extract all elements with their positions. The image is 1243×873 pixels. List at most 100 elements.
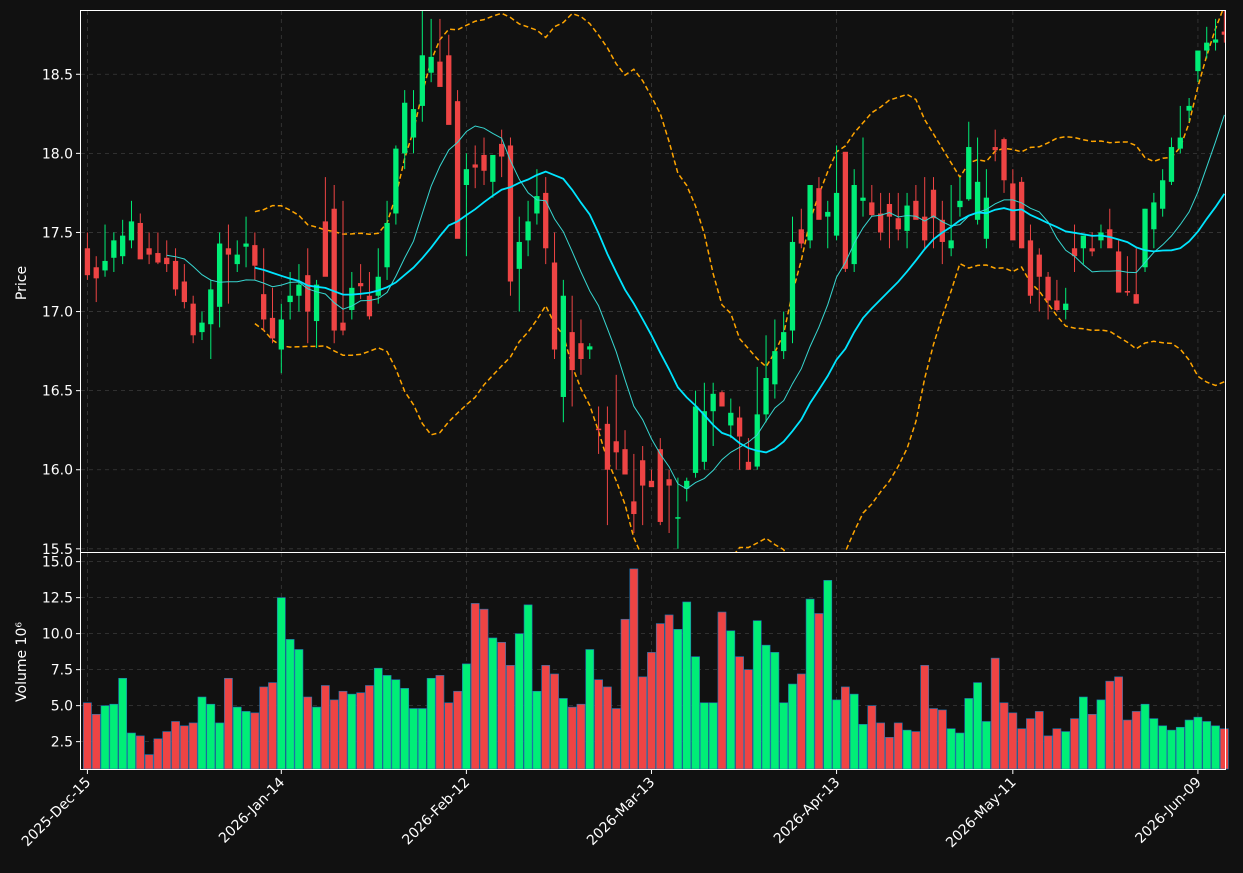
volume-tick-label: 12.5	[42, 591, 73, 607]
volume-bar	[241, 711, 251, 770]
candle-body	[957, 200, 963, 208]
volume-tick-label: 5.0	[51, 699, 73, 715]
volume-bar	[479, 608, 489, 770]
volume-bar	[91, 713, 101, 770]
candle-body	[419, 55, 425, 106]
volume-bar	[911, 731, 921, 770]
candle-body	[402, 102, 408, 154]
volume-bar	[1140, 703, 1150, 770]
candle-body	[216, 243, 223, 307]
volume-bar	[224, 677, 233, 770]
volume-bar	[514, 633, 524, 770]
volume-bar	[1087, 713, 1097, 770]
candle-body	[1089, 248, 1095, 252]
volume-bar	[603, 686, 612, 770]
candle-body	[877, 213, 884, 233]
candle-body	[719, 392, 725, 407]
volume-bar	[470, 603, 480, 770]
candle-body	[604, 423, 611, 470]
candle-body	[1168, 147, 1175, 182]
volume-bar	[691, 656, 700, 770]
candle-body	[1115, 251, 1122, 293]
candle-body	[904, 205, 910, 231]
volume-bar	[1158, 725, 1168, 770]
volume-bar	[321, 685, 330, 770]
price-axis-label: Price	[14, 266, 30, 300]
candle-body	[490, 154, 496, 182]
candle-body	[640, 460, 646, 486]
volume-bar	[294, 649, 304, 770]
candle-body	[437, 61, 443, 87]
volume-bar	[858, 724, 868, 770]
candle-body	[199, 322, 205, 333]
volume-tick-label: 15.0	[42, 555, 73, 571]
candle-body	[208, 289, 214, 325]
candle-body	[763, 377, 769, 415]
candle-body	[84, 248, 91, 276]
candle-body	[111, 240, 117, 258]
candle-body	[243, 243, 249, 247]
volume-bar	[171, 721, 180, 770]
candle-body	[842, 151, 849, 269]
candle	[807, 185, 813, 249]
volume-axis-label: Volume 10⁶	[14, 622, 30, 702]
candle-body	[745, 461, 752, 470]
volume-bar	[1175, 726, 1185, 770]
volume-bar	[250, 712, 260, 770]
volume-bar	[1017, 728, 1026, 770]
candle-body	[728, 412, 734, 426]
candle	[719, 390, 725, 407]
volume-bar	[1061, 731, 1071, 770]
candle-body	[269, 317, 276, 339]
volume-bar	[673, 629, 683, 770]
volume-bar	[920, 665, 930, 770]
volume-bar	[744, 669, 753, 770]
volume-bar	[197, 696, 207, 770]
candle-body	[499, 143, 505, 157]
volume-bar	[83, 702, 92, 770]
candle-body	[507, 145, 514, 282]
volume-bar	[946, 728, 956, 770]
candle-body	[120, 235, 126, 257]
volume-bar	[629, 568, 639, 770]
candle-body	[481, 154, 487, 171]
volume-bar	[268, 682, 277, 770]
candle-body	[155, 253, 161, 263]
candle	[1019, 177, 1025, 249]
volume-bar	[796, 673, 806, 770]
volume-bar	[867, 705, 877, 770]
candle-body	[128, 221, 135, 241]
candle-body	[587, 346, 593, 350]
candle-body	[860, 197, 866, 201]
candle-body	[666, 479, 672, 486]
candle-body	[701, 411, 707, 462]
volume-bar	[973, 682, 982, 770]
candle-body	[516, 241, 522, 269]
candle-body	[983, 197, 990, 239]
volume-bar	[1008, 712, 1018, 770]
candle	[393, 145, 399, 225]
candle-body	[1036, 254, 1042, 277]
volume-bar	[1193, 716, 1203, 770]
candle-body	[895, 218, 901, 230]
volume-bar	[902, 729, 912, 770]
volume-bar	[347, 693, 357, 770]
candle-body	[966, 147, 972, 200]
volume-bar	[832, 699, 841, 770]
volume-bar	[982, 721, 991, 770]
volume-bar	[462, 663, 471, 770]
candle-body	[692, 406, 699, 473]
candle-body	[1186, 105, 1192, 111]
volume-bar	[1096, 699, 1106, 770]
volume-bar	[823, 580, 833, 770]
candle-body	[446, 55, 452, 125]
volume-bar	[144, 754, 154, 770]
volume-bar	[990, 657, 1000, 770]
candle-body	[190, 303, 196, 336]
candle-body	[472, 164, 478, 168]
volume-bar	[276, 597, 286, 770]
candle-body	[1195, 50, 1201, 72]
volume-bar	[382, 675, 392, 770]
candle-body	[331, 208, 337, 331]
volume-bar	[497, 641, 506, 770]
